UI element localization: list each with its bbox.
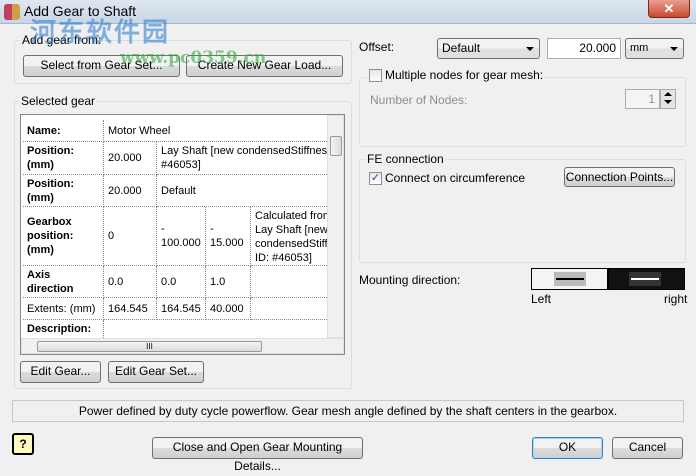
app-icon <box>4 4 20 20</box>
help-button[interactable]: ? <box>12 433 34 455</box>
offset-mode-select[interactable]: Default <box>437 38 540 59</box>
row-label: Name: <box>23 120 104 142</box>
status-bar: Power defined by duty cycle powerflow. G… <box>12 400 684 422</box>
watermark-url: www.pc0359.cn <box>120 48 267 68</box>
ok-button[interactable]: OK <box>532 437 603 459</box>
edit-gear-button[interactable]: Edit Gear... <box>20 361 101 383</box>
row-label: Position: (mm) <box>23 142 104 175</box>
row-label: Extents: (mm) <box>23 298 104 320</box>
empty-cell <box>251 298 327 320</box>
number-of-nodes-input[interactable]: 1 <box>625 89 660 109</box>
connect-circumference-label: Connect on circumference <box>385 171 526 185</box>
connect-circumference-row[interactable]: ✓ Connect on circumference <box>369 171 525 185</box>
mount-left-label: Left <box>531 292 552 306</box>
gear-name: Motor Wheel <box>104 120 327 142</box>
cell-value: Lay Shaft [new condensedStiffness #46053… <box>157 142 327 175</box>
vertical-scrollbar[interactable] <box>327 115 344 338</box>
close-button[interactable]: ✕ <box>648 0 690 18</box>
cell-value: 0 <box>104 207 157 266</box>
cell-value: 20.000 <box>104 175 157 207</box>
selected-gear-label: Selected gear <box>19 94 98 108</box>
mounting-direction-label: Mounting direction: <box>359 273 461 287</box>
horizontal-scroll-thumb[interactable]: III <box>37 341 262 352</box>
offset-value-input[interactable]: 20.000 <box>547 38 621 59</box>
empty-cell <box>251 266 327 298</box>
mount-right-label: right <box>664 292 688 306</box>
cancel-button[interactable]: Cancel <box>612 437 683 459</box>
fe-connection-label: FE connection <box>365 152 446 166</box>
cell-value: 1.0 <box>206 266 251 298</box>
vertical-scroll-thumb[interactable] <box>330 136 342 156</box>
row-label: Position: (mm) <box>23 175 104 207</box>
cell-value: 40.000 <box>206 298 251 320</box>
offset-unit-value: mm <box>630 42 649 54</box>
cell-value: Calculated from of Lay Shaft [new conden… <box>251 207 327 266</box>
connect-circumference-checkbox[interactable]: ✓ <box>369 171 382 185</box>
connection-points-button[interactable]: Connection Points... <box>564 167 675 187</box>
cell-value: 0.0 <box>157 266 206 298</box>
multiple-nodes-label: Multiple nodes for gear mesh: <box>385 68 544 82</box>
watermark-logo: 河东软件园 <box>30 18 171 48</box>
cell-value: - 100.000 <box>157 207 206 266</box>
chevron-down-icon <box>526 47 534 51</box>
multiple-nodes-checkbox-row[interactable]: Multiple nodes for gear mesh: <box>367 68 546 82</box>
edit-gear-set-button[interactable]: Edit Gear Set... <box>108 361 204 383</box>
mount-right-toggle[interactable] <box>608 268 685 290</box>
mount-left-toggle[interactable] <box>531 268 608 290</box>
number-of-nodes-label: Number of Nodes: <box>370 93 468 107</box>
row-label: Axis direction <box>23 266 104 298</box>
cell-value: - 15.000 <box>206 207 251 266</box>
offset-unit-select[interactable]: mm <box>625 38 684 59</box>
cell-value: 164.545 <box>104 298 157 320</box>
cell-value: Default <box>157 175 327 207</box>
gear-left-arrow-icon <box>554 272 586 286</box>
spin-down-icon[interactable] <box>664 100 672 104</box>
offset-label: Offset: <box>359 40 395 54</box>
cell-value: 0.0 <box>104 266 157 298</box>
multiple-nodes-group <box>359 77 686 147</box>
row-label: Description: <box>23 320 104 338</box>
close-and-open-mounting-details-button[interactable]: Close and Open Gear Mounting Details... <box>152 437 363 473</box>
horizontal-scrollbar[interactable]: III <box>21 338 344 354</box>
multiple-nodes-checkbox[interactable] <box>369 68 382 82</box>
gear-right-arrow-icon <box>629 272 661 286</box>
row-label: Gearbox position: (mm) <box>23 207 104 266</box>
spin-up-icon[interactable] <box>664 92 672 96</box>
cell-value: 20.000 <box>104 142 157 175</box>
cell-value: 164.545 <box>157 298 206 320</box>
chevron-down-icon <box>670 47 678 51</box>
nodes-spinner[interactable] <box>660 89 676 109</box>
gear-details-table: Name: Motor Wheel Position: (mm) 20.000 … <box>23 120 327 338</box>
offset-mode-value: Default <box>442 41 481 55</box>
